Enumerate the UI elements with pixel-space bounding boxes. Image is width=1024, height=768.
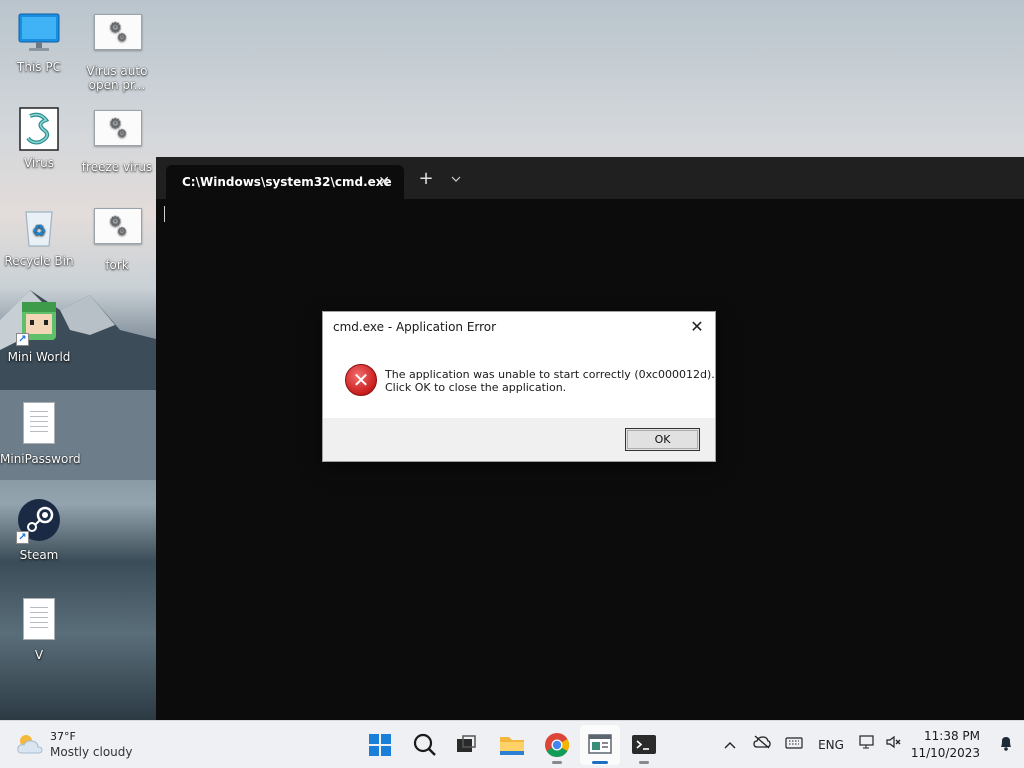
dialog-message-line1: The application was unable to start corr…	[385, 368, 715, 381]
search-icon	[413, 733, 436, 756]
taskbar: 37°F Mostly cloudy ENG 11:38 PM 11/10/20…	[0, 720, 1024, 768]
desktop-icon-label: Virus	[23, 156, 55, 170]
dialog-footer: OK	[323, 418, 715, 461]
windows-logo-icon	[369, 734, 391, 756]
folder-icon	[500, 737, 524, 755]
desktop-icon-virus[interactable]: Virus	[0, 106, 78, 170]
settings-file-icon: ⚙ ⚙	[94, 208, 142, 254]
desktop-icon-recycle-bin[interactable]: ♻ Recycle Bin	[0, 204, 78, 268]
close-icon[interactable]: ✕	[687, 312, 707, 342]
display-icon[interactable]	[858, 735, 878, 755]
desktop-icon-label: fork	[105, 258, 129, 272]
desktop-icon-label: V	[34, 648, 44, 662]
close-icon[interactable]: ✕	[378, 165, 390, 199]
dialog-titlebar[interactable]: cmd.exe - Application Error ✕	[323, 312, 715, 342]
terminal-tab-title: C:\Windows\system32\cmd.exe	[182, 175, 392, 189]
task-view-button[interactable]	[446, 725, 486, 765]
desktop-icon-fork[interactable]: ⚙ ⚙ fork	[78, 204, 156, 272]
settings-file-icon: ⚙ ⚙	[94, 110, 142, 156]
ok-button[interactable]: OK	[625, 428, 700, 451]
chrome-button[interactable]	[537, 725, 577, 765]
active-indicator	[592, 761, 608, 764]
file-explorer-button[interactable]	[492, 725, 532, 765]
desktop-icon-steam[interactable]: ↗ Steam	[0, 498, 78, 562]
recycle-bin-icon: ♻	[16, 204, 62, 250]
error-icon: ✕	[345, 364, 377, 396]
dialog-message: The application was unable to start corr…	[385, 368, 715, 394]
start-button[interactable]	[360, 725, 400, 765]
steam-icon: ↗	[16, 498, 62, 544]
active-app-button[interactable]	[580, 725, 620, 765]
new-tab-button[interactable]: +	[415, 168, 437, 190]
desktop-icon-label: Recycle Bin	[4, 254, 74, 268]
desktop-icon-label: Steam	[19, 548, 59, 562]
terminal-cursor	[164, 206, 165, 222]
running-indicator	[639, 761, 649, 764]
terminal-button[interactable]	[624, 725, 664, 765]
window-app-icon	[588, 734, 612, 754]
clock-time[interactable]: 11:38 PM	[924, 729, 980, 743]
dialog-body: ✕ The application was unable to start co…	[323, 342, 715, 418]
mini-world-icon: ↗	[16, 300, 62, 346]
desktop-icon-minipassword[interactable]: MiniPassword	[0, 400, 81, 466]
system-tray: ENG 11:38 PM 11/10/2023	[716, 721, 1024, 768]
onedrive-offline-icon[interactable]	[752, 735, 772, 755]
desktop-icon-label: This PC	[17, 60, 61, 74]
svg-text:♻: ♻	[32, 221, 46, 240]
keyboard-icon[interactable]	[784, 735, 804, 755]
clock-date[interactable]: 11/10/2023	[911, 746, 980, 760]
language-indicator[interactable]: ENG	[816, 735, 846, 755]
desktop-icon-label: Virus auto open pr...	[86, 64, 148, 92]
terminal-tab[interactable]: C:\Windows\system32\cmd.exe ✕	[166, 165, 404, 199]
weather-temperature: 37°F	[50, 730, 76, 743]
notification-bell-icon[interactable]	[998, 735, 1014, 755]
weather-condition: Mostly cloudy	[50, 745, 133, 759]
desktop-icon-virus-auto-open[interactable]: ⚙ ⚙ Virus auto open pr...	[78, 10, 156, 92]
desktop-icon-label: MiniPassword	[0, 452, 81, 466]
desktop-icon-label: freeze virus	[81, 160, 153, 174]
text-file-icon	[16, 402, 62, 448]
chevron-down-icon[interactable]	[445, 168, 467, 190]
cloud-sun-icon	[17, 735, 43, 754]
chevron-up-icon[interactable]	[722, 735, 738, 755]
task-view-icon	[457, 735, 476, 752]
script-file-icon	[16, 106, 62, 152]
terminal-titlebar[interactable]: C:\Windows\system32\cmd.exe ✕ +	[156, 157, 1024, 199]
settings-file-icon: ⚙ ⚙	[94, 14, 142, 60]
desktop-icon-mini-world[interactable]: ↗ Mini World	[0, 300, 78, 364]
running-indicator	[552, 761, 562, 764]
speaker-muted-icon[interactable]	[884, 735, 904, 755]
desktop-icon-freeze-virus[interactable]: ⚙ ⚙ freeze virus	[78, 106, 156, 174]
dialog-title: cmd.exe - Application Error	[333, 320, 497, 334]
dialog-message-line2: Click OK to close the application.	[385, 381, 567, 394]
shortcut-arrow-icon: ↗	[16, 333, 29, 346]
desktop-icon-v[interactable]: V	[0, 596, 78, 662]
text-file-icon	[16, 598, 62, 644]
application-error-dialog[interactable]: cmd.exe - Application Error ✕ ✕ The appl…	[322, 311, 716, 462]
terminal-icon	[632, 735, 656, 754]
shortcut-arrow-icon: ↗	[16, 531, 29, 544]
desktop-icon-label: Mini World	[7, 350, 71, 364]
search-button[interactable]	[405, 725, 445, 765]
desktop-icon-this-pc[interactable]: This PC	[0, 10, 78, 74]
chrome-icon	[545, 733, 570, 758]
monitor-icon	[16, 10, 62, 56]
